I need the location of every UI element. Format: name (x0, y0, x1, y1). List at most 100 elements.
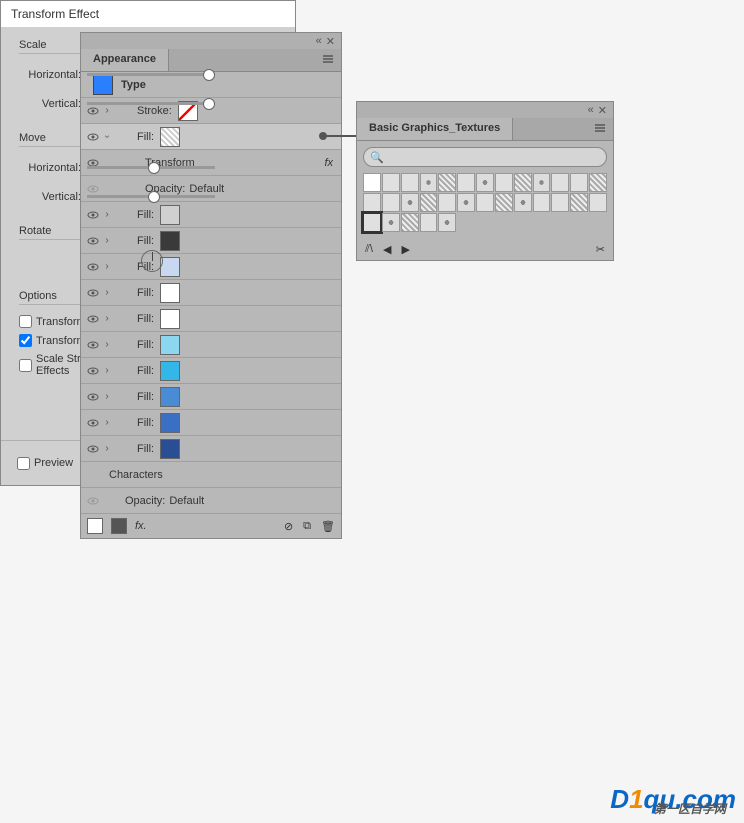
preview-check[interactable]: Preview (17, 457, 73, 470)
texture-swatch[interactable] (495, 173, 513, 192)
texture-swatch[interactable] (457, 173, 475, 192)
texture-swatch[interactable] (363, 173, 381, 192)
texture-swatch[interactable] (514, 173, 532, 192)
texture-swatch[interactable] (382, 193, 400, 212)
fx-icon[interactable]: fx (324, 157, 333, 169)
appearance-tab[interactable]: Appearance (81, 49, 169, 71)
expand-icon[interactable]: › (101, 391, 113, 402)
texture-swatch[interactable] (589, 193, 607, 212)
texture-swatch[interactable] (514, 193, 532, 212)
next-icon[interactable]: ▶ (401, 243, 409, 256)
texture-swatch[interactable] (533, 173, 551, 192)
textures-tab[interactable]: Basic Graphics_Textures (357, 118, 513, 140)
visibility-icon[interactable] (85, 259, 101, 275)
fill-swatch[interactable] (160, 387, 180, 407)
texture-swatch[interactable] (551, 193, 569, 212)
scale-v-slider[interactable] (87, 102, 215, 105)
edit-icon[interactable]: ✂ (596, 243, 605, 256)
visibility-icon[interactable] (85, 441, 101, 457)
fill-swatch[interactable] (160, 127, 180, 147)
expand-icon[interactable]: › (101, 209, 113, 220)
texture-swatch[interactable] (382, 173, 400, 192)
texture-swatch[interactable] (363, 213, 381, 232)
texture-swatch[interactable] (420, 193, 438, 212)
texture-swatch[interactable] (401, 193, 419, 212)
expand-icon[interactable]: › (101, 261, 113, 272)
transform-row[interactable]: Transform fx (81, 150, 341, 176)
texture-swatch[interactable] (382, 213, 400, 232)
fill-row[interactable]: ›Fill: (81, 358, 341, 384)
texture-swatch[interactable] (401, 213, 419, 232)
scale-h-slider[interactable] (87, 73, 215, 76)
duplicate-icon[interactable]: ⧉ (303, 520, 311, 533)
expand-icon[interactable]: › (102, 131, 113, 143)
fill-row[interactable]: ›Fill: (81, 202, 341, 228)
texture-swatch[interactable] (438, 173, 456, 192)
texture-swatch[interactable] (570, 173, 588, 192)
fill-row[interactable]: ›Fill: (81, 306, 341, 332)
expand-icon[interactable]: › (101, 417, 113, 428)
collapse-icon[interactable]: « (316, 35, 322, 47)
fill-pattern-row[interactable]: › Fill: (81, 124, 341, 150)
flyout-menu-icon[interactable] (593, 121, 607, 138)
texture-search[interactable]: 🔍 (363, 147, 607, 167)
expand-icon[interactable]: › (101, 105, 113, 116)
texture-swatch[interactable] (401, 173, 419, 192)
expand-icon[interactable]: › (101, 287, 113, 298)
fill-swatch[interactable] (160, 413, 180, 433)
opacity-row[interactable]: Opacity: Default (81, 176, 341, 202)
texture-swatch[interactable] (457, 193, 475, 212)
fx-button[interactable]: fx. (135, 520, 147, 532)
move-h-slider[interactable] (87, 166, 215, 169)
fill-row[interactable]: ›Fill: (81, 410, 341, 436)
fill-row[interactable]: ›Fill: (81, 332, 341, 358)
trash-icon[interactable]: 🗑 (321, 520, 335, 533)
texture-swatch[interactable] (438, 193, 456, 212)
visibility-icon[interactable] (85, 285, 101, 301)
fill-swatch[interactable] (160, 205, 180, 225)
expand-icon[interactable]: › (101, 365, 113, 376)
fill-swatch[interactable] (160, 361, 180, 381)
angle-dial[interactable] (141, 250, 163, 272)
clear-icon[interactable]: ⊘ (284, 520, 293, 533)
texture-swatch[interactable] (533, 193, 551, 212)
visibility-icon[interactable] (85, 363, 101, 379)
visibility-icon[interactable] (85, 389, 101, 405)
fill-row[interactable]: ›Fill: (81, 280, 341, 306)
fill-swatch[interactable] (160, 231, 180, 251)
expand-icon[interactable]: › (101, 443, 113, 454)
new-fill-icon[interactable] (111, 518, 127, 534)
search-input[interactable] (384, 149, 606, 166)
visibility-icon[interactable] (85, 311, 101, 327)
texture-swatch[interactable] (495, 193, 513, 212)
close-icon[interactable]: ✕ (598, 104, 607, 117)
texture-swatch[interactable] (476, 193, 494, 212)
close-icon[interactable]: ✕ (326, 35, 335, 48)
fill-row[interactable]: ›Fill: (81, 436, 341, 462)
library-icon[interactable]: ⫽\ (365, 243, 373, 256)
visibility-icon[interactable] (85, 415, 101, 431)
fill-swatch[interactable] (160, 309, 180, 329)
expand-icon[interactable]: › (101, 235, 113, 246)
texture-swatch[interactable] (589, 173, 607, 192)
bottom-opacity-row[interactable]: Opacity: Default (81, 488, 341, 514)
texture-swatch[interactable] (420, 213, 438, 232)
visibility-icon[interactable] (85, 129, 101, 145)
fill-swatch[interactable] (160, 439, 180, 459)
flyout-menu-icon[interactable] (321, 52, 335, 69)
fill-row[interactable]: ›Fill: (81, 384, 341, 410)
texture-swatch[interactable] (438, 213, 456, 232)
expand-icon[interactable]: › (101, 313, 113, 324)
texture-swatch[interactable] (363, 193, 381, 212)
prev-icon[interactable]: ◀ (383, 243, 391, 256)
fill-swatch[interactable] (160, 335, 180, 355)
characters-row[interactable]: Characters (81, 462, 341, 488)
fill-swatch[interactable] (160, 257, 180, 277)
visibility-icon[interactable] (85, 207, 101, 223)
fill-row[interactable]: ›Fill: (81, 254, 341, 280)
move-v-slider[interactable] (87, 195, 215, 198)
collapse-icon[interactable]: « (588, 104, 594, 116)
new-stroke-icon[interactable] (87, 518, 103, 534)
visibility-icon[interactable] (85, 337, 101, 353)
visibility-icon[interactable] (85, 233, 101, 249)
